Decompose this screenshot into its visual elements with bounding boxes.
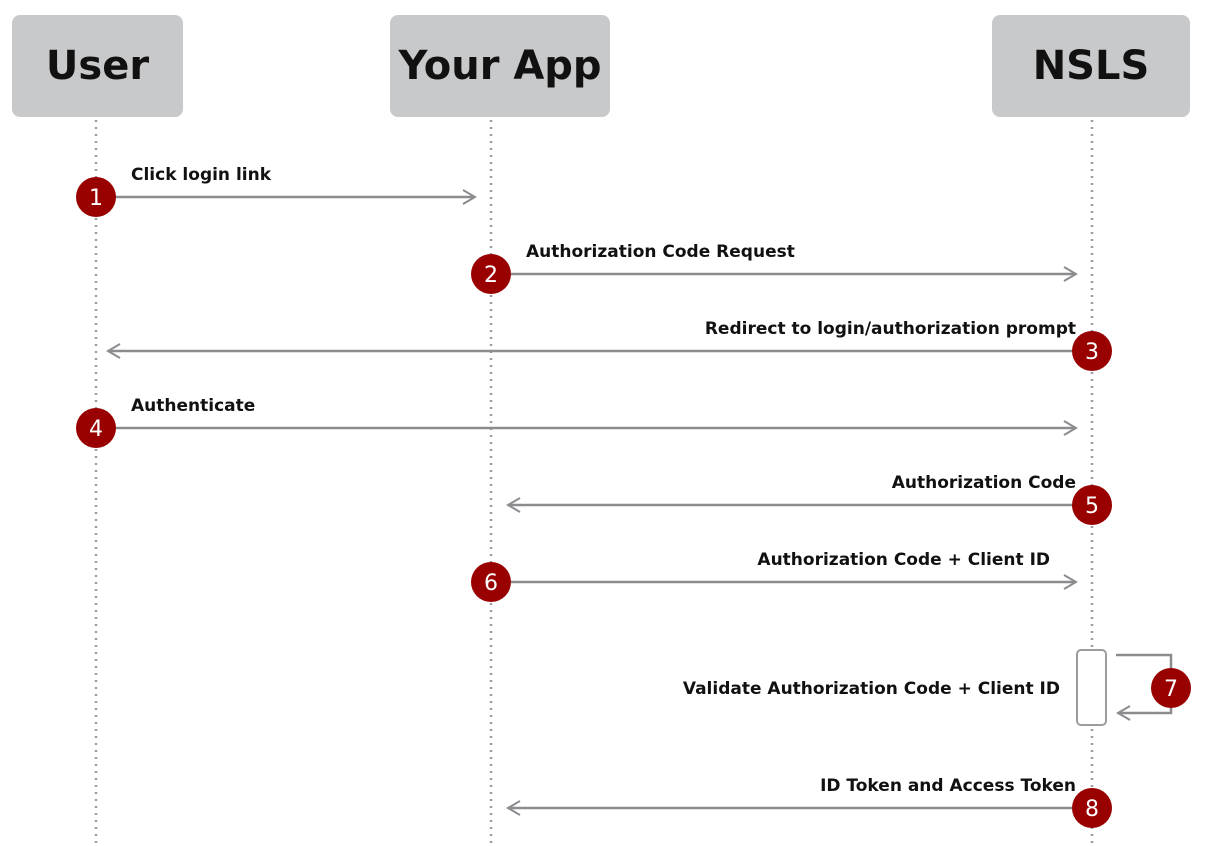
message-3: 3 Redirect to login/authorization prompt [106, 319, 1112, 371]
message-label: Authorization Code Request [526, 242, 795, 262]
step-number: 5 [1085, 494, 1099, 519]
step-number: 3 [1085, 340, 1099, 365]
step-number: 7 [1164, 677, 1178, 702]
step-badge: 1 [76, 177, 116, 217]
message-label: Authenticate [131, 396, 255, 416]
message-1: 1 Click login link [76, 165, 477, 217]
message-2: 2 Authorization Code Request [471, 242, 1078, 294]
message-label: Click login link [131, 165, 272, 185]
step-badge: 2 [471, 254, 511, 294]
step-number: 1 [89, 186, 103, 211]
message-7: 7 Validate Authorization Code + Client ID [683, 649, 1191, 726]
step-badge: 5 [1072, 485, 1112, 525]
message-8: 8 ID Token and Access Token [506, 776, 1112, 828]
step-badge: 4 [76, 408, 116, 448]
activation-box [1076, 649, 1107, 726]
message-label: Validate Authorization Code + Client ID [683, 679, 1060, 699]
step-number: 4 [89, 417, 103, 442]
message-5: 5 Authorization Code [506, 473, 1112, 525]
message-4: 4 Authenticate [76, 396, 1078, 448]
sequence-diagram: 1 Click login link 2 Authorization Code Req… [76, 120, 1191, 846]
message-label: Authorization Code + Client ID [757, 550, 1050, 570]
step-number: 2 [484, 263, 498, 288]
message-label: ID Token and Access Token [820, 776, 1076, 796]
step-number: 6 [484, 571, 498, 596]
step-badge: 6 [471, 562, 511, 602]
step-number: 8 [1085, 797, 1099, 822]
message-label: Authorization Code [892, 473, 1076, 493]
message-label: Redirect to login/authorization prompt [705, 319, 1076, 339]
step-badge: 8 [1072, 788, 1112, 828]
step-badge: 3 [1072, 331, 1112, 371]
message-6: 6 Authorization Code + Client ID [471, 550, 1078, 602]
step-badge: 7 [1151, 668, 1191, 708]
